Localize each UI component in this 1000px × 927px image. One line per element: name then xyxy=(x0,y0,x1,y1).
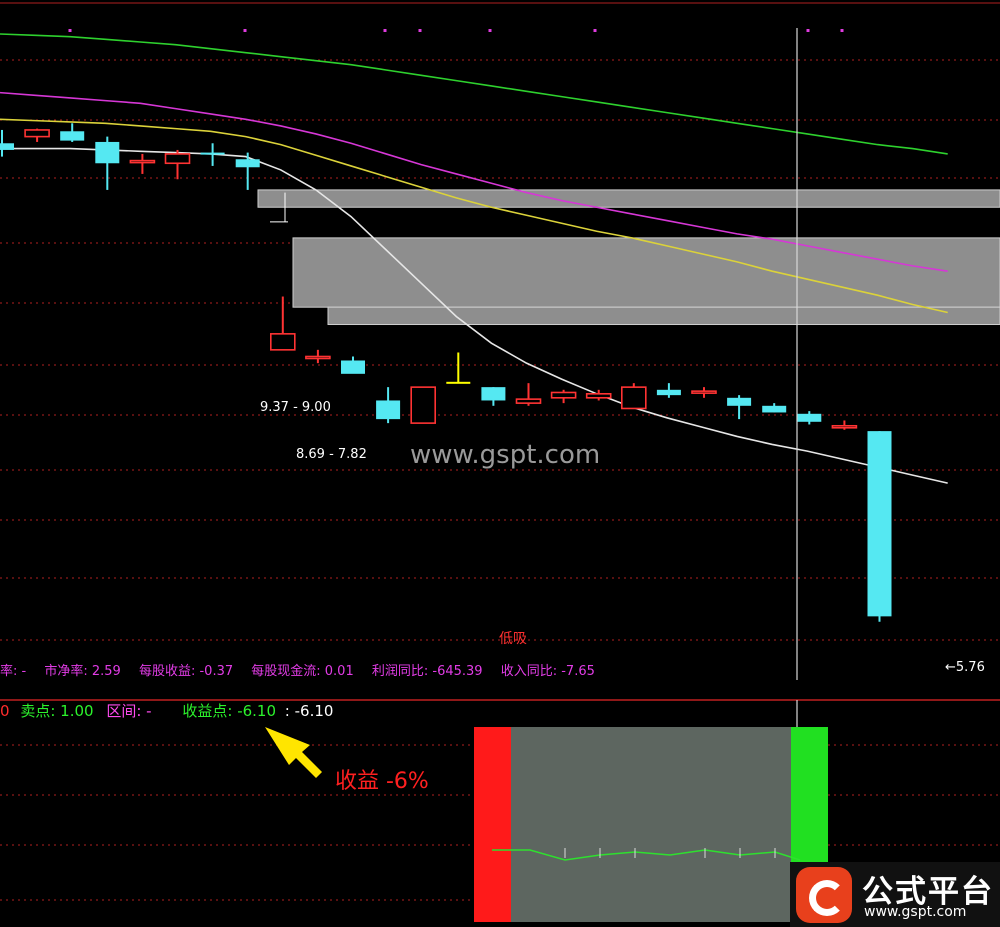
candle-body xyxy=(410,386,437,424)
candle xyxy=(831,420,858,430)
candle-body xyxy=(515,398,542,404)
gap-zone-label-upper: 9.37 - 9.00 xyxy=(260,400,331,415)
candle-body xyxy=(762,405,787,413)
candle-body xyxy=(164,153,191,165)
candle xyxy=(691,387,717,398)
logo-icon xyxy=(796,867,852,923)
highlight-candle-label: 低吸 xyxy=(499,631,527,647)
top-mark xyxy=(68,29,72,32)
sell-point: 卖点: 1.00 xyxy=(20,702,94,720)
candle-body xyxy=(585,393,612,399)
candle-body xyxy=(446,381,471,384)
candle xyxy=(515,383,542,406)
top-mark xyxy=(383,29,387,32)
candle xyxy=(867,431,892,622)
top-mark xyxy=(488,29,492,32)
candle xyxy=(164,149,191,180)
candle xyxy=(60,123,85,142)
candle xyxy=(762,403,787,413)
candle-body xyxy=(797,413,822,422)
last-price-label: ←5.76 xyxy=(945,660,985,675)
indicator-bar: 0 卖点: 1.00 区间: - 收益点: -6.10 : -6.10 xyxy=(0,700,333,721)
gspt-logo: 公式平台 www.gspt.com xyxy=(790,862,1000,927)
profit-callout: 收益 -6% xyxy=(335,769,429,794)
candle-body xyxy=(95,141,120,164)
candle-body xyxy=(269,333,296,351)
revenue-yoy: 收入同比: -7.65 xyxy=(500,664,595,679)
fundamentals-bar: 率: - 市净率: 2.59 每股收益: -0.37 每股现金流: 0.01 利… xyxy=(0,660,609,679)
callout-arrow xyxy=(265,727,322,778)
candle-body xyxy=(235,159,260,168)
indicator-prefix: 0 xyxy=(0,702,10,720)
candle xyxy=(620,383,647,410)
candle-body xyxy=(305,355,331,360)
candle-body xyxy=(620,386,647,410)
candle xyxy=(727,395,752,420)
candle-body xyxy=(481,387,506,401)
candle xyxy=(129,153,156,174)
candle-body xyxy=(341,360,365,374)
candle xyxy=(797,411,822,425)
candle-body xyxy=(376,400,401,420)
profit-yoy: 利润同比: -645.39 xyxy=(371,664,483,679)
candle-body xyxy=(129,159,156,164)
candle-body xyxy=(867,431,892,617)
candle xyxy=(550,389,577,404)
top-mark xyxy=(593,29,597,32)
gap-zone-middle xyxy=(292,237,1000,308)
candle xyxy=(341,356,365,374)
candle xyxy=(269,296,296,351)
interval: 区间: - xyxy=(106,702,152,720)
pe-ratio: 率: - xyxy=(0,664,27,679)
candle-body xyxy=(831,424,858,429)
profit-value: : -6.10 xyxy=(284,702,334,720)
grey-block xyxy=(511,727,791,922)
candle-body xyxy=(550,391,577,399)
arrow-shape xyxy=(265,727,322,778)
gap-zone-label-middle: 8.69 - 7.82 xyxy=(296,447,367,462)
candle xyxy=(0,129,14,157)
top-marks xyxy=(68,29,844,32)
candle-body xyxy=(0,143,14,150)
top-mark xyxy=(418,29,422,32)
candle-body xyxy=(200,152,225,155)
top-mark xyxy=(243,29,247,32)
candle xyxy=(305,349,331,364)
profit-point: 收益点: -6.10 xyxy=(182,702,277,720)
candle xyxy=(446,352,471,384)
candle xyxy=(24,128,50,142)
gap-zone-upper xyxy=(257,189,1000,208)
watermark: www.gspt.com xyxy=(410,440,601,470)
top-mark xyxy=(806,29,810,32)
moving-average-line xyxy=(0,33,948,155)
candle-body xyxy=(656,389,681,396)
red-block xyxy=(474,727,511,922)
candle xyxy=(95,136,120,190)
candle-body xyxy=(727,397,752,406)
logo-url: www.gspt.com xyxy=(864,904,967,920)
gap-zone-lower xyxy=(327,306,1000,326)
top-mark xyxy=(840,29,844,32)
candle-body xyxy=(60,131,85,141)
candle-body xyxy=(24,129,50,138)
candle xyxy=(410,386,437,424)
candle xyxy=(235,152,260,190)
eps: 每股收益: -0.37 xyxy=(138,664,234,679)
candle xyxy=(481,387,506,406)
pb-ratio: 市净率: 2.59 xyxy=(44,664,121,679)
candle xyxy=(656,383,681,398)
candle xyxy=(376,387,401,424)
candle xyxy=(200,143,225,166)
gap-zones xyxy=(257,189,1000,326)
lower-indicator-panel xyxy=(474,727,828,922)
candle-body xyxy=(691,390,717,394)
cash-flow-per-share: 每股现金流: 0.01 xyxy=(251,664,354,679)
